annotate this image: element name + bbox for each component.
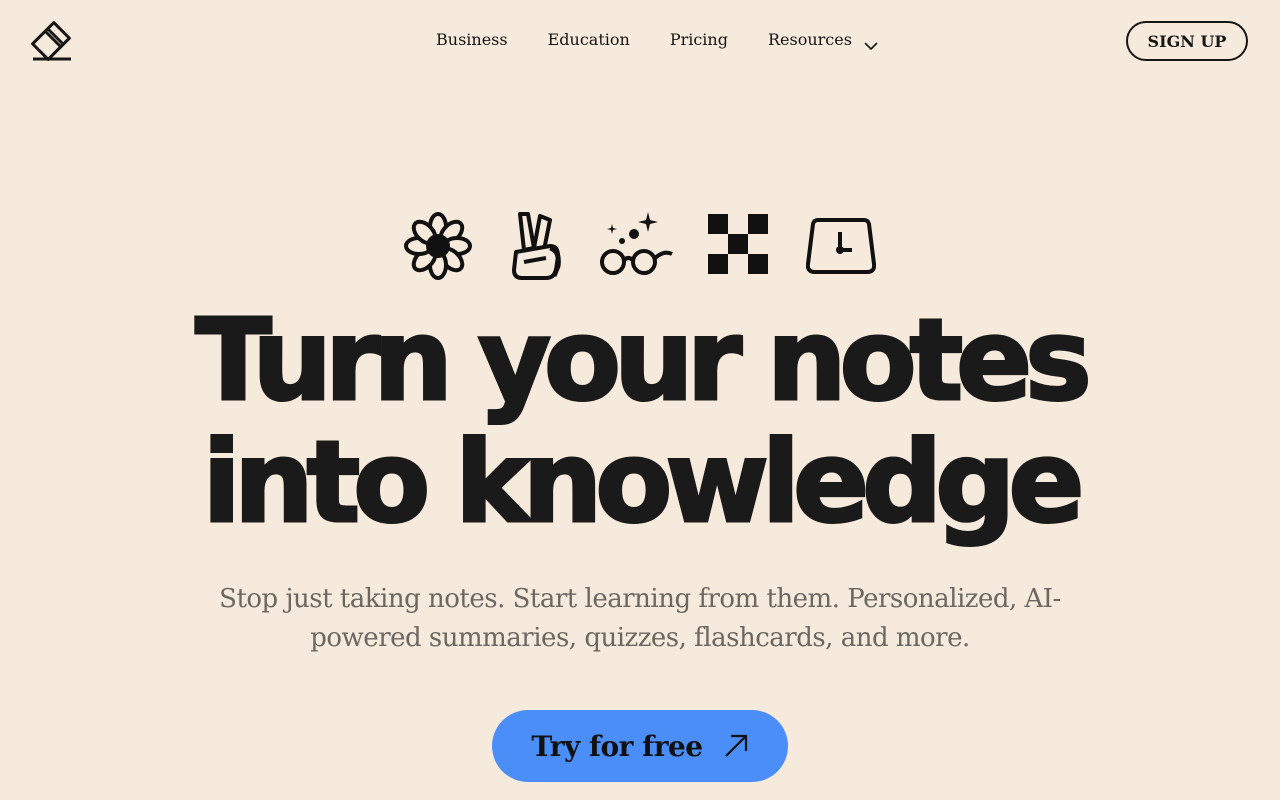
signup-button[interactable]: SIGN UP (1126, 21, 1248, 61)
hero-headline-line-1: Turn your notes (194, 296, 1094, 426)
try-for-free-button[interactable]: Try for free (492, 710, 788, 782)
chevron-down-icon (864, 35, 878, 51)
nav-item-label: Education (547, 29, 630, 49)
feature-icon-row (0, 208, 1280, 282)
hero-subtitle: Stop just taking notes. Start learning f… (219, 584, 1061, 653)
nav-item-label: Pricing (669, 29, 728, 49)
hero-headline-line-2: into knowledge (201, 418, 1086, 548)
nav-item-education[interactable]: Education (548, 30, 630, 49)
cta-label: Try for free (531, 729, 703, 763)
nav-item-business[interactable]: Business (436, 30, 508, 49)
flower-icon (404, 212, 472, 280)
sparkle-glasses-icon (600, 212, 673, 275)
notebook-pencil-logo-icon[interactable] (30, 20, 74, 62)
nav-item-label: Business (436, 29, 508, 49)
arrow-up-right-icon (723, 733, 749, 759)
checkerboard-icon (708, 214, 768, 274)
hero-headline: Turn your notes into knowledge (0, 296, 1280, 548)
signup-label: SIGN UP (1147, 31, 1227, 51)
clock-icon (806, 218, 876, 274)
nav-item-resources[interactable]: Resources (767, 29, 878, 51)
peace-hand-icon (512, 212, 561, 280)
nav-item-pricing[interactable]: Pricing (670, 30, 728, 49)
nav-item-label: Resources (767, 29, 852, 49)
main-nav: Business Education Pricing Resources (436, 28, 878, 51)
